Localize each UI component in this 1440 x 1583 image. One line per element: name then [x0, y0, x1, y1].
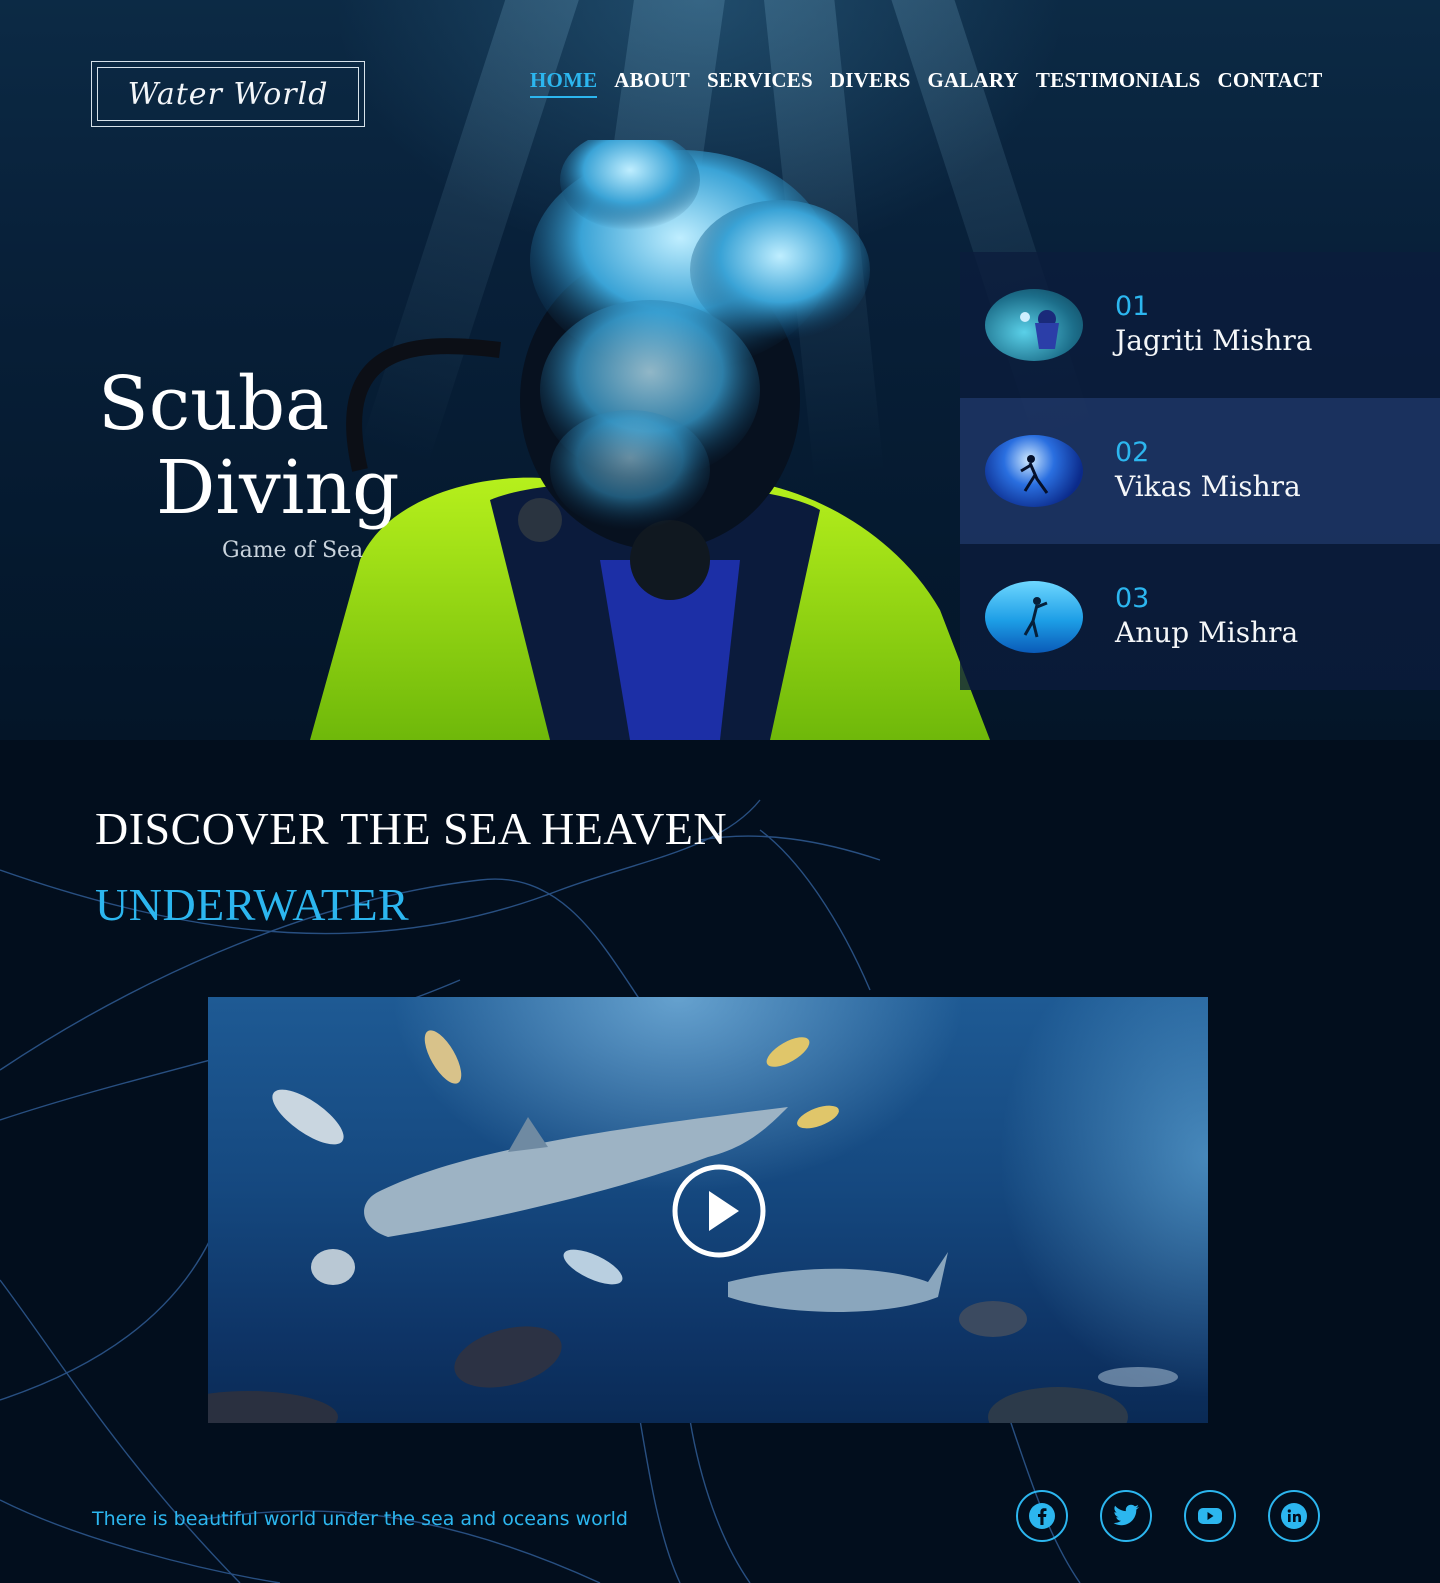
diver-number: 03 [1115, 583, 1150, 614]
logo[interactable]: Water World [91, 61, 365, 127]
divers-list: 01 Jagriti Mishra 02 Vikas Mishra 03 Anu… [960, 252, 1440, 690]
discover-title: DISCOVER THE SEA HEAVEN [95, 803, 728, 854]
play-icon[interactable] [671, 1163, 767, 1259]
diver-silhouette-icon [985, 435, 1083, 507]
social-links [1016, 1490, 1320, 1542]
diver-name: Anup Mishra [1115, 616, 1299, 649]
nav-home[interactable]: HOME [530, 68, 598, 98]
nav-divers[interactable]: DIVERS [830, 68, 911, 98]
twitter-icon[interactable] [1100, 1490, 1152, 1542]
hero-title-line1: Scuba [98, 361, 330, 447]
diver-item[interactable]: 02 Vikas Mishra [960, 398, 1440, 544]
diver-item[interactable]: 01 Jagriti Mishra [960, 252, 1440, 398]
scuba-diver-image [310, 140, 990, 740]
hero-subtitle: Game of Sea [222, 538, 364, 563]
diver-number: 02 [1115, 437, 1150, 468]
nav-contact[interactable]: CONTACT [1218, 68, 1323, 98]
nav-about[interactable]: ABOUT [614, 68, 690, 98]
hero-title-line2: Diving [156, 445, 400, 531]
nav-services[interactable]: SERVICES [707, 68, 813, 98]
main-nav: HOME ABOUT SERVICES DIVERS GALARY TESTIM… [530, 68, 1322, 98]
nav-galary[interactable]: GALARY [927, 68, 1018, 98]
diver-item[interactable]: 03 Anup Mishra [960, 544, 1440, 690]
linkedin-icon[interactable] [1268, 1490, 1320, 1542]
hero-title: Scuba Diving [98, 362, 400, 530]
diver-photo-icon [985, 289, 1083, 361]
diver-name: Vikas Mishra [1115, 470, 1301, 503]
facebook-icon[interactable] [1016, 1490, 1068, 1542]
diver-swimming-icon [985, 581, 1083, 653]
hero-section: Water World HOME ABOUT SERVICES DIVERS G… [0, 0, 1440, 740]
logo-text: Water World [97, 67, 359, 121]
footer-tagline: There is beautiful world under the sea a… [92, 1508, 628, 1530]
discover-subtitle: UNDERWATER [95, 879, 410, 930]
youtube-icon[interactable] [1184, 1490, 1236, 1542]
diver-number: 01 [1115, 291, 1150, 322]
video-player[interactable] [208, 997, 1208, 1423]
diver-name: Jagriti Mishra [1115, 324, 1313, 357]
nav-testimonials[interactable]: TESTIMONIALS [1036, 68, 1201, 98]
